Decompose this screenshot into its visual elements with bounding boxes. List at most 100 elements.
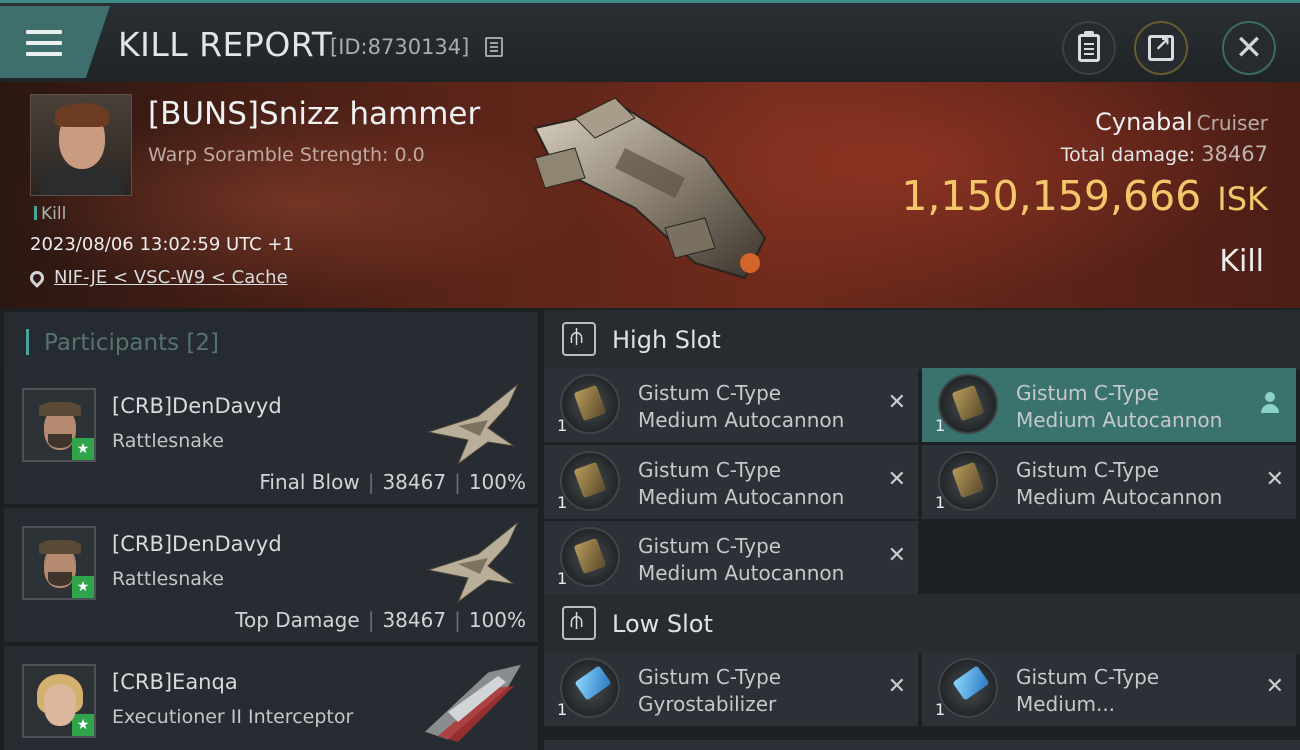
module-quantity: 1: [557, 416, 568, 435]
autocannon-icon: [938, 451, 998, 511]
module-quantity: 1: [935, 416, 946, 435]
destroyed-x-icon: ✕: [887, 674, 906, 699]
close-button[interactable]: ✕: [1222, 21, 1276, 75]
module-item[interactable]: 1 Gistum C-Type Medium... ✕: [922, 652, 1296, 726]
hamburger-menu-icon[interactable]: [26, 30, 62, 58]
autocannon-icon: [560, 527, 620, 587]
module-name: Gistum C-Type Medium Autocannon: [1016, 457, 1222, 511]
clipboard-icon: [1078, 31, 1100, 62]
destroyed-x-icon: ✕: [887, 467, 906, 492]
module-name-line2: Medium Autocannon: [1016, 408, 1223, 432]
participant-role: Top Damage: [235, 608, 360, 632]
participant-ship-image: [426, 383, 519, 466]
module-name-line1: Gistum C-Type: [1016, 665, 1160, 689]
total-damage: Total damage: 38467: [1061, 142, 1268, 166]
shield-module-icon: [938, 658, 998, 718]
module-name-line1: Gistum C-Type: [638, 458, 782, 482]
participants-panel: Participants [2] ★ [CRB]DenDavyd Rattles…: [0, 308, 540, 750]
participant-row[interactable]: ★ [CRB]DenDavyd Rattlesnake Final Blow | 3…: [4, 370, 538, 504]
location-link[interactable]: NIF-JE < VSC-W9 < Cache: [54, 267, 288, 288]
victim-ship-image[interactable]: [515, 88, 785, 298]
module-name-line2: Medium Autocannon: [638, 408, 845, 432]
module-item[interactable]: 1 Gistum C-Type Medium Autocannon ✕: [544, 445, 918, 519]
fitting-panel: High Slot 1 Gistum C-Type Medium Autocann…: [540, 308, 1300, 750]
high-slot-title: High Slot: [612, 326, 721, 354]
participant-role: Final Blow: [259, 470, 360, 494]
participant-damage: 38467: [382, 608, 447, 632]
ship-name[interactable]: Cynabal: [1095, 108, 1193, 136]
participant-ship: Rattlesnake: [112, 430, 224, 452]
share-button[interactable]: [1134, 21, 1188, 75]
participant-ship-image: [426, 521, 519, 604]
participant-percent: 100%: [468, 608, 526, 632]
star-icon: ★: [72, 576, 94, 598]
module-item[interactable]: 1 Gistum C-Type Medium Autocannon ✕: [544, 368, 918, 442]
participant-portrait[interactable]: ★: [22, 664, 96, 738]
participant-ship: Executioner II Interceptor: [112, 706, 354, 728]
star-icon: ★: [72, 438, 94, 460]
participants-header: Participants [2]: [4, 312, 538, 372]
module-name-line2: Medium Autocannon: [1016, 485, 1223, 509]
participants-title: Participants [2]: [44, 330, 219, 356]
next-row-peek: [544, 740, 1300, 750]
participant-row[interactable]: ★ [CRB]DenDavyd Rattlesnake Top Damage | 3…: [4, 508, 538, 642]
module-name: Gistum C-Type Medium Autocannon: [638, 380, 844, 434]
module-name-line1: Gistum C-Type: [638, 381, 782, 405]
module-name-line1: Gistum C-Type: [638, 534, 782, 558]
victim-ship-type: Cynabal Cruiser: [1095, 108, 1268, 136]
module-item[interactable]: 1 Gistum C-Type Medium Autocannon ✕: [544, 521, 918, 595]
victim-banner: [BUNS]Snizz hammer Warp Soramble Strengt…: [0, 82, 1300, 308]
participant-stats: Top Damage | 38467 | 100%: [235, 608, 526, 632]
autocannon-icon: [560, 451, 620, 511]
participant-name[interactable]: [CRB]Eanqa: [112, 670, 238, 694]
module-item[interactable]: 1 Gistum C-Type Gyrostabilizer ✕: [544, 652, 918, 726]
autocannon-icon: [560, 374, 620, 434]
page-title: KILL REPORT: [118, 25, 333, 64]
menu-tab[interactable]: [0, 6, 110, 78]
module-name-line2: Gyrostabilizer: [638, 692, 777, 716]
module-name: Gistum C-Type Medium Autocannon: [638, 457, 844, 511]
participant-ship: Rattlesnake: [112, 568, 224, 590]
copy-id-icon[interactable]: [485, 37, 503, 57]
high-slot-header: High Slot: [544, 310, 1300, 370]
participant-percent: 100%: [468, 470, 526, 494]
participant-name[interactable]: [CRB]DenDavyd: [112, 532, 282, 556]
low-slot-header: Low Slot: [544, 594, 1300, 654]
destroyed-x-icon: ✕: [1265, 467, 1284, 492]
ship-class: Cruiser: [1196, 111, 1268, 135]
close-icon: ✕: [1234, 28, 1264, 68]
victim-portrait[interactable]: [30, 94, 132, 196]
module-name-line1: Gistum C-Type: [638, 665, 782, 689]
low-slot-icon: [562, 606, 596, 640]
warp-scramble-strength: Warp Soramble Strength: 0.0: [148, 144, 425, 166]
module-quantity: 1: [557, 493, 568, 512]
header-bar: KILL REPORT [ID:8730134] ✕: [0, 0, 1300, 82]
kill-location[interactable]: NIF-JE < VSC-W9 < Cache: [27, 267, 288, 288]
module-name-line1: Gistum C-Type: [1016, 458, 1160, 482]
isk-unit: ISK: [1217, 180, 1268, 218]
module-item[interactable]: 1 Gistum C-Type Medium Autocannon ✕: [922, 445, 1296, 519]
clipboard-button[interactable]: [1062, 21, 1116, 75]
dropped-user-icon: [1260, 392, 1280, 414]
module-name: Gistum C-Type Medium...: [1016, 664, 1159, 718]
star-icon: ★: [72, 714, 94, 736]
module-name: Gistum C-Type Medium Autocannon: [638, 533, 844, 587]
gyrostabilizer-icon: [560, 658, 620, 718]
destroyed-x-icon: ✕: [887, 390, 906, 415]
participant-ship-image: [423, 663, 524, 742]
participant-row[interactable]: ★ [CRB]Eanqa Executioner II Interceptor: [4, 646, 538, 750]
module-name: Gistum C-Type Medium Autocannon: [1016, 380, 1222, 434]
module-item-selected[interactable]: 1 Gistum C-Type Medium Autocannon: [922, 368, 1296, 442]
total-damage-label: Total damage:: [1060, 144, 1196, 166]
module-quantity: 1: [557, 569, 568, 588]
participant-portrait[interactable]: ★: [22, 388, 96, 462]
module-quantity: 1: [557, 700, 568, 719]
participant-name[interactable]: [CRB]DenDavyd: [112, 394, 282, 418]
location-pin-icon: [27, 267, 47, 288]
module-quantity: 1: [935, 493, 946, 512]
victim-name[interactable]: [BUNS]Snizz hammer: [148, 96, 480, 132]
report-id: [ID:8730134]: [330, 35, 470, 59]
participant-portrait[interactable]: ★: [22, 526, 96, 600]
high-slot-icon: [562, 322, 596, 356]
isk-amount: 1,150,159,666: [901, 172, 1202, 220]
